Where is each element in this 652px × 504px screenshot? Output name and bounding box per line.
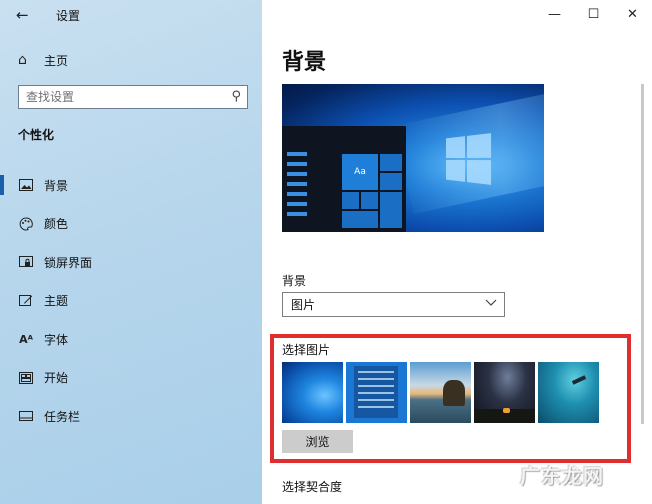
lock-screen-icon — [18, 255, 34, 269]
minimize-button[interactable]: — — [535, 0, 574, 28]
background-type-select[interactable]: 图片 — [282, 292, 505, 317]
sidebar-item-label: 主题 — [44, 294, 69, 309]
tile — [342, 211, 378, 228]
sidebar-item-lock-screen[interactable]: 锁屏界面 — [0, 243, 262, 282]
sidebar-item-label: 颜色 — [44, 217, 69, 232]
highlight-box — [270, 334, 631, 463]
start-tiles-preview: Aa — [342, 152, 404, 230]
choose-fit-label: 选择契合度 — [282, 480, 343, 494]
sidebar-item-label: 主页 — [44, 53, 69, 68]
tile — [342, 192, 359, 209]
start-menu-preview: Aa — [282, 126, 406, 232]
tile — [361, 192, 378, 209]
sidebar-item-background[interactable]: 背景 — [0, 166, 262, 205]
settings-window: ← 设置 ⌂ 主页 ⚲ 个性化 背景 颜色 — [0, 0, 652, 504]
tile — [380, 192, 402, 228]
maximize-button[interactable]: ☐ — [574, 0, 613, 28]
sidebar-item-label: 开始 — [44, 371, 69, 386]
theme-brush-icon — [18, 294, 34, 308]
sidebar-item-colors[interactable]: 颜色 — [0, 205, 262, 244]
sidebar-item-home[interactable]: ⌂ 主页 — [18, 50, 68, 70]
home-icon: ⌂ — [18, 52, 27, 68]
sidebar-item-label: 背景 — [44, 178, 69, 193]
search-input[interactable] — [19, 86, 219, 108]
content-pane: — ☐ ✕ 背景 Aa 背景 图片 选择图片 浏览 选择契合度 — [262, 0, 652, 504]
start-menu-app-list — [287, 152, 307, 222]
app-title: 设置 — [56, 9, 81, 23]
search-icon[interactable]: ⚲ — [231, 89, 241, 104]
sidebar-item-label: 字体 — [44, 332, 69, 347]
sidebar-item-taskbar[interactable]: 任务栏 — [0, 397, 262, 436]
title-bar: ← 设置 — [0, 0, 262, 30]
sidebar-item-label: 任务栏 — [44, 409, 81, 424]
sidebar-item-fonts[interactable]: Aᴬ 字体 — [0, 320, 262, 359]
sidebar-item-start[interactable]: 开始 — [0, 359, 262, 398]
window-controls: — ☐ ✕ — [535, 0, 652, 28]
chevron-down-icon — [485, 297, 497, 310]
tile — [380, 173, 402, 190]
start-grid-icon — [18, 371, 34, 385]
font-icon: Aᴬ — [19, 332, 33, 346]
sidebar: ← 设置 ⌂ 主页 ⚲ 个性化 背景 颜色 — [0, 0, 262, 504]
back-arrow-icon[interactable]: ← — [16, 6, 34, 24]
search-box[interactable]: ⚲ — [18, 85, 248, 109]
scrollbar[interactable] — [641, 84, 644, 424]
palette-icon — [18, 217, 34, 231]
section-title: 个性化 — [18, 128, 55, 142]
background-preview: Aa — [282, 84, 544, 232]
close-button[interactable]: ✕ — [613, 0, 652, 28]
tile — [380, 154, 402, 171]
windows-logo-icon — [445, 133, 492, 185]
sidebar-nav: 背景 颜色 锁屏界面 主题 Aᴬ 字体 开始 任务栏 — [0, 166, 262, 436]
taskbar-icon — [18, 409, 34, 423]
background-label: 背景 — [282, 274, 307, 288]
sidebar-item-label: 锁屏界面 — [44, 255, 93, 270]
sidebar-item-themes[interactable]: 主题 — [0, 282, 262, 321]
background-type-value: 图片 — [291, 298, 316, 312]
picture-icon — [18, 178, 34, 192]
watermark-text: 广东龙网 — [520, 464, 604, 488]
preview-tile-text: Aa — [342, 154, 378, 190]
page-title: 背景 — [282, 50, 327, 75]
